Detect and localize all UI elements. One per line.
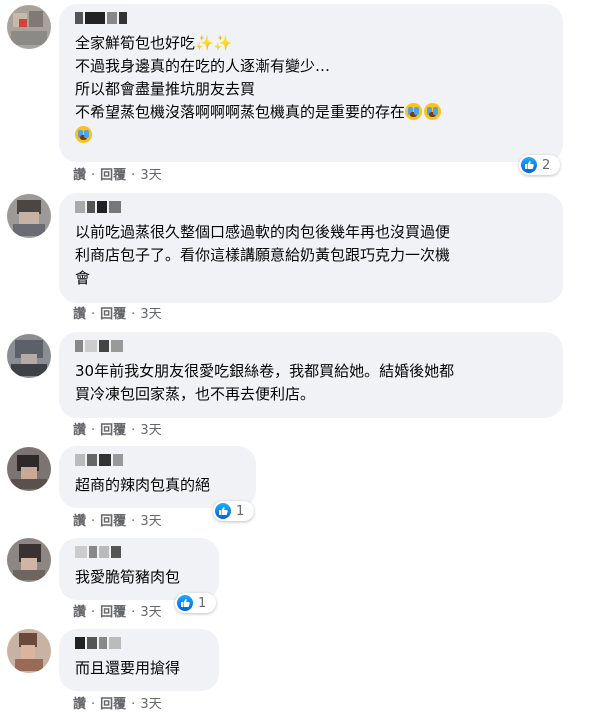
crying-face-icon [424, 103, 442, 120]
reply-button[interactable]: 回覆 [100, 168, 126, 184]
reply-button[interactable]: 回覆 [100, 697, 126, 713]
comment-actions: 讚 · 回覆 · 3天 [73, 423, 162, 439]
comment-text-line: 全家鮮筍包也好吃✨✨ [75, 34, 233, 52]
comment-text-line: 買冷凍包回家蒸，也不再去便利店。 [75, 385, 316, 403]
comment-actions: 讚 · 回覆 · 3天 [73, 514, 162, 530]
timestamp[interactable]: 3天 [140, 307, 161, 323]
timestamp[interactable]: 3天 [140, 697, 161, 713]
comment-text-line: 而且還要用搶得 [75, 659, 181, 677]
comment-text-line: 不過我身邊真的在吃的人逐漸有變少… [75, 57, 331, 75]
comment-actions: 讚 · 回覆 · 3天 [73, 307, 162, 323]
comment-actions: 讚 · 回覆 · 3天 [73, 605, 162, 621]
comment-text-line: 不希望蒸包機沒落啊啊啊蒸包機真的是重要的存在 [75, 101, 549, 124]
crying-face-icon [75, 126, 92, 143]
timestamp[interactable]: 3天 [140, 423, 161, 439]
comment-bubble: 以前吃過蒸很久整個口感過軟的肉包後幾年再也沒買過便 利商店包子了。看你這樣講願意… [59, 193, 563, 303]
reaction-count-label: 1 [198, 595, 207, 611]
comment-text-line: 會 [75, 269, 91, 287]
avatar[interactable] [7, 447, 51, 491]
like-button[interactable]: 讚 [73, 307, 86, 323]
reaction-count[interactable]: 1 [213, 501, 254, 521]
blurred-username[interactable] [75, 10, 549, 26]
thumbs-up-icon [521, 157, 537, 173]
comment-text-line: 所以都會盡量推坑朋友去買 [75, 80, 256, 98]
reaction-count[interactable]: 1 [175, 593, 216, 613]
crying-face-icon [405, 103, 423, 120]
reaction-count-label: 1 [236, 503, 245, 519]
timestamp[interactable]: 3天 [140, 168, 161, 184]
blurred-username[interactable] [75, 199, 549, 215]
avatar[interactable] [7, 194, 51, 238]
comment-actions: 讚 · 回覆 · 3天 [73, 697, 162, 713]
reply-button[interactable]: 回覆 [100, 514, 126, 530]
like-button[interactable]: 讚 [73, 697, 86, 713]
blurred-username[interactable] [75, 544, 205, 560]
like-button[interactable]: 讚 [73, 168, 86, 184]
comment-bubble: 全家鮮筍包也好吃✨✨ 不過我身邊真的在吃的人逐漸有變少… 所以都會盡量推坑朋友去… [59, 4, 563, 162]
timestamp[interactable]: 3天 [140, 514, 161, 530]
blurred-username[interactable] [75, 452, 242, 468]
like-button[interactable]: 讚 [73, 423, 86, 439]
thumbs-up-icon [215, 503, 231, 519]
blurred-username[interactable] [75, 338, 549, 354]
comment-text-line: 超商的辣肉包真的絕 [75, 476, 211, 494]
reaction-count[interactable]: 2 [519, 155, 560, 175]
avatar[interactable] [7, 5, 51, 49]
comment-bubble: 30年前我女朋友很愛吃銀絲卷，我都買給她。結婚後她都 買冷凍包回家蒸，也不再去便… [59, 332, 563, 418]
avatar[interactable] [7, 629, 51, 673]
blurred-username[interactable] [75, 635, 205, 651]
comment-text-line: 以前吃過蒸很久整個口感過軟的肉包後幾年再也沒買過便 [75, 223, 451, 241]
timestamp[interactable]: 3天 [140, 605, 161, 621]
comment-text-line: 我愛脆筍豬肉包 [75, 568, 181, 586]
comment-text-line: 利商店包子了。看你這樣講願意給奶黃包跟巧克力一次機 [75, 246, 451, 264]
comment-actions: 讚 · 回覆 · 3天 [73, 168, 162, 184]
reaction-count-label: 2 [542, 157, 551, 173]
comment-bubble: 我愛脆筍豬肉包 [59, 538, 219, 600]
comment-bubble: 而且還要用搶得 [59, 629, 219, 691]
avatar[interactable] [7, 538, 51, 582]
like-button[interactable]: 讚 [73, 605, 86, 621]
sparkles-icon: ✨✨ [195, 34, 233, 52]
reply-button[interactable]: 回覆 [100, 423, 126, 439]
thumbs-up-icon [177, 595, 193, 611]
reply-button[interactable]: 回覆 [100, 307, 126, 323]
comment-bubble: 超商的辣肉包真的絕 [59, 446, 256, 508]
comment-text-line: 30年前我女朋友很愛吃銀絲卷，我都買給她。結婚後她都 [75, 362, 455, 380]
reply-button[interactable]: 回覆 [100, 605, 126, 621]
comment-text-line [75, 124, 549, 147]
avatar[interactable] [7, 334, 51, 378]
like-button[interactable]: 讚 [73, 514, 86, 530]
